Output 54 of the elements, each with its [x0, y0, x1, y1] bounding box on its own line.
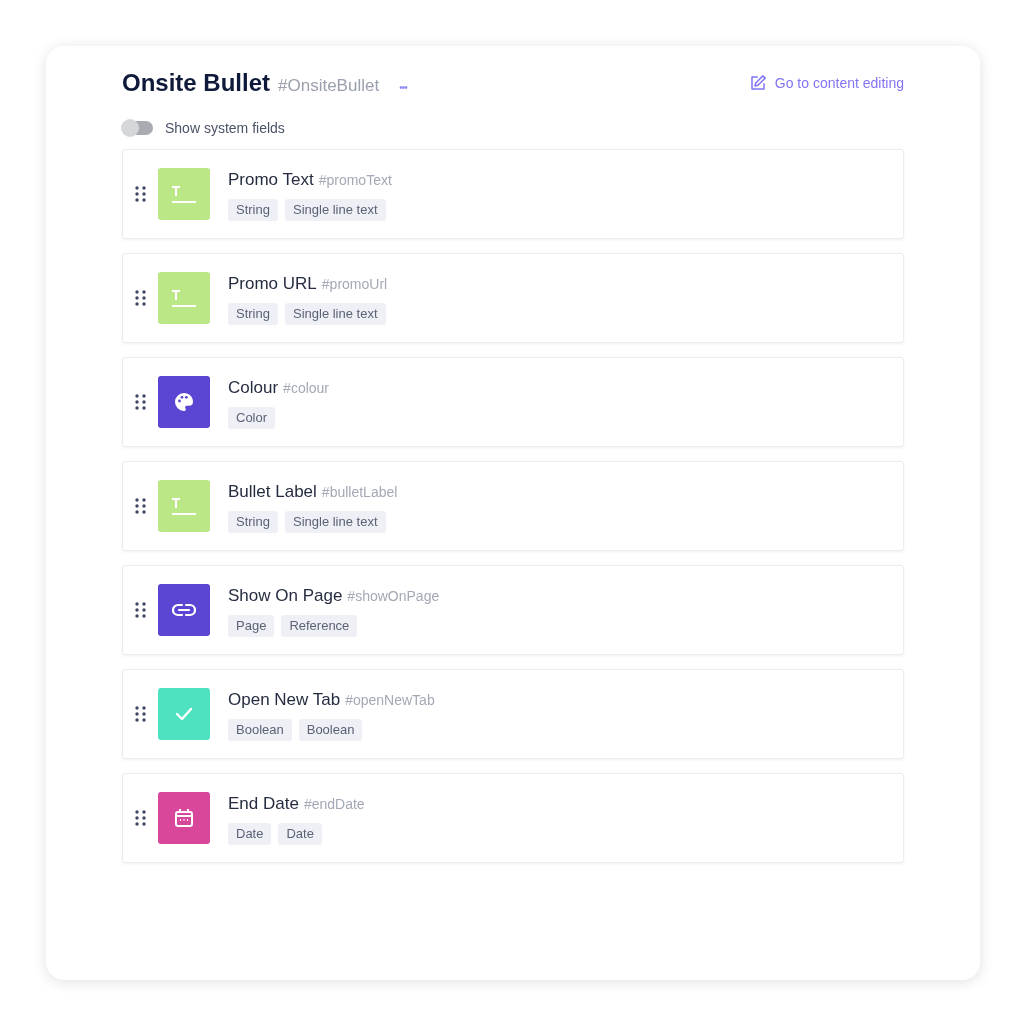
field-type-tag: Single line text [284, 510, 386, 533]
field-type-tag: Color [228, 406, 276, 429]
field-type-tag: String [228, 198, 278, 221]
field-name: Open New Tab [228, 689, 341, 712]
field-card[interactable]: Show On Page #showOnPage Page Reference [122, 565, 904, 655]
field-card[interactable]: Open New Tab #openNewTab Boolean Boolean [122, 669, 904, 759]
drag-handle-icon[interactable] [135, 706, 146, 722]
drag-handle-icon[interactable] [135, 290, 146, 306]
drag-handle-icon[interactable] [135, 498, 146, 514]
model-title: Onsite Bullet [122, 68, 271, 98]
edit-icon [748, 74, 767, 92]
field-api-id: #showOnPage [347, 587, 440, 607]
drag-handle-icon[interactable] [135, 394, 146, 410]
calendar-icon [174, 808, 194, 828]
field-type-tag: String [228, 302, 278, 325]
drag-handle-icon[interactable] [135, 602, 146, 618]
field-api-id: #bulletLabel [321, 483, 398, 503]
field-type-tag: Boolean [228, 718, 292, 741]
field-type-tag: Date [228, 822, 272, 845]
model-api-id: #OnsiteBullet [278, 75, 380, 97]
field-api-id: #promoUrl [321, 275, 388, 295]
field-name: Promo Text [228, 169, 314, 192]
field-api-id: #promoText [318, 171, 392, 191]
field-api-id: #openNewTab [345, 691, 435, 711]
toggle-switch[interactable] [122, 121, 153, 135]
drag-handle-icon[interactable] [135, 810, 146, 826]
link-icon [172, 603, 196, 617]
content-editing-link[interactable]: Go to content editing [748, 72, 904, 94]
field-name: Bullet Label [228, 481, 317, 504]
field-name: Promo URL [228, 273, 317, 296]
field-name: Show On Page [228, 585, 343, 608]
field-card[interactable]: End Date #endDate Date Date [122, 773, 904, 863]
check-icon [175, 707, 193, 721]
field-type-tag: Date [278, 822, 322, 845]
drag-handle-icon[interactable] [135, 186, 146, 202]
toggle-label: Show system fields [165, 118, 285, 138]
field-type-tag: Boolean [298, 718, 363, 741]
field-type-tag: String [228, 510, 278, 533]
field-card[interactable]: Colour #colour Color [122, 357, 904, 447]
palette-icon [174, 392, 194, 412]
field-type-tag: Single line text [284, 302, 386, 325]
field-name: Colour [228, 377, 279, 400]
field-card[interactable]: Bullet Label #bulletLabel String Single line text [122, 461, 904, 551]
text-icon [171, 289, 197, 307]
text-icon [171, 497, 197, 515]
field-type-tag: Single line text [284, 198, 386, 221]
field-type-tag: Reference [281, 614, 358, 637]
field-name: End Date [228, 793, 299, 816]
field-api-id: #colour [283, 379, 329, 399]
field-card[interactable]: Promo URL #promoUrl String Single line text [122, 253, 904, 343]
text-icon [171, 185, 197, 203]
field-card[interactable]: Promo Text #promoText String Single line text [122, 149, 904, 239]
field-api-id: #endDate [303, 795, 365, 815]
field-type-tag: Page [228, 614, 275, 637]
